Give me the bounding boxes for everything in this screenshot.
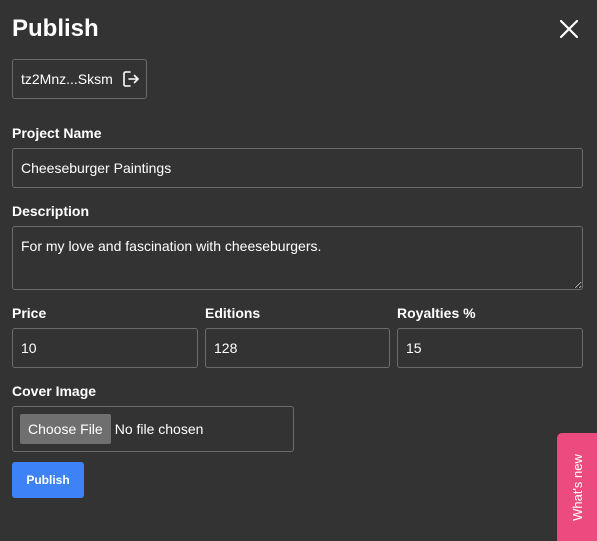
whats-new-label: What's new: [569, 453, 585, 521]
price-label: Price: [12, 305, 47, 321]
dialog-title: Publish: [12, 15, 99, 42]
description-textarea[interactable]: For my love and fascination with cheeseb…: [12, 226, 583, 290]
royalties-input[interactable]: [397, 328, 583, 368]
price-input[interactable]: [12, 328, 198, 368]
publish-button[interactable]: Publish: [12, 462, 84, 498]
publish-dialog: Publish tz2Mnz...Sksm Project Name Descr…: [0, 0, 597, 541]
close-button[interactable]: [556, 16, 582, 42]
choose-file-button[interactable]: Choose File: [20, 414, 111, 444]
editions-input[interactable]: [205, 328, 390, 368]
wallet-address: tz2Mnz...Sksm: [21, 71, 113, 87]
editions-label: Editions: [205, 305, 261, 321]
file-status: No file chosen: [114, 421, 204, 437]
close-icon: [559, 19, 579, 39]
wallet-disconnect-button[interactable]: tz2Mnz...Sksm: [12, 59, 147, 99]
description-label: Description: [12, 203, 90, 219]
logout-icon: [122, 71, 139, 87]
project-name-input[interactable]: [12, 148, 583, 188]
whats-new-tab[interactable]: What's new: [557, 433, 597, 541]
royalties-label: Royalties %: [397, 305, 476, 321]
project-name-label: Project Name: [12, 125, 102, 141]
cover-image-label: Cover Image: [12, 383, 97, 399]
cover-image-file-input[interactable]: Choose File No file chosen: [12, 406, 294, 452]
